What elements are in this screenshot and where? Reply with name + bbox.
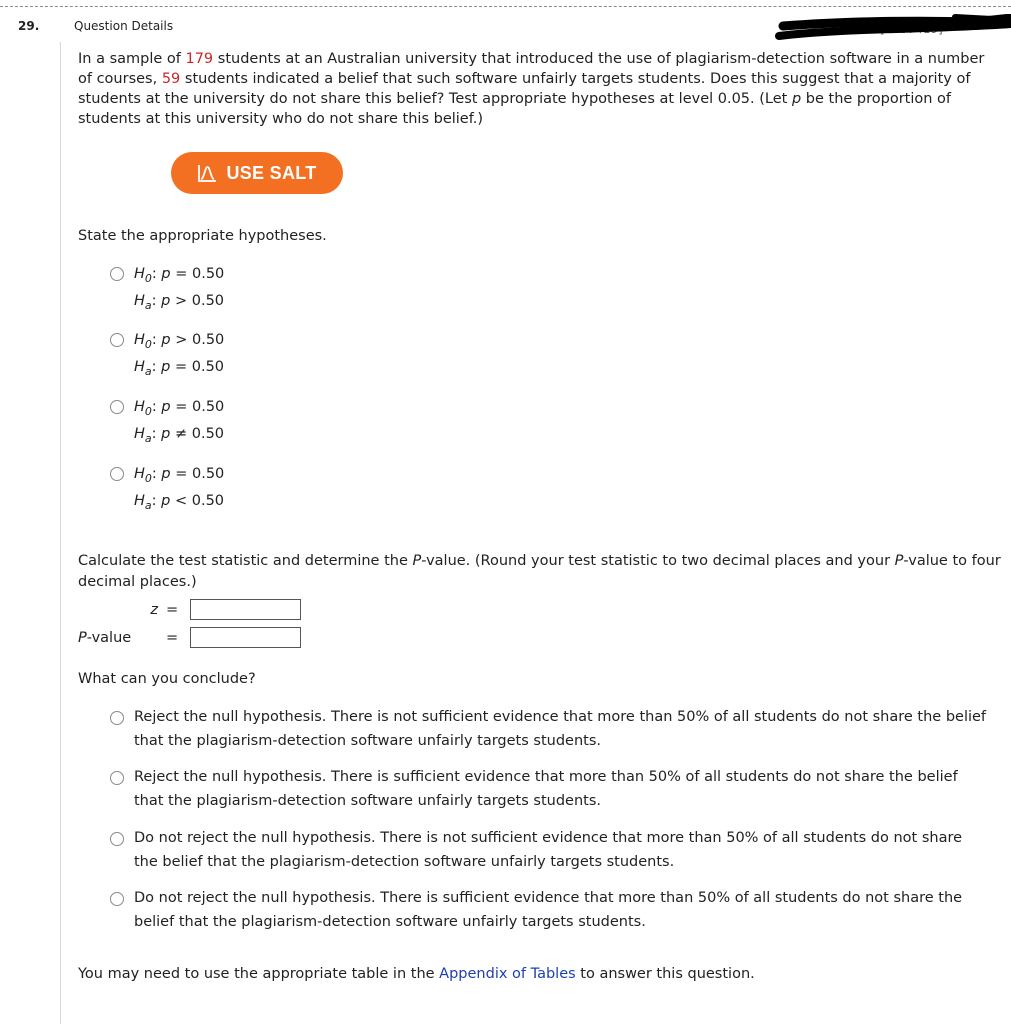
hypothesis-fragment: > 0.50 (170, 332, 225, 348)
h0-symbol: H0 (134, 399, 152, 418)
pvalue-label-p: P (78, 629, 87, 646)
footer-text: You may need to use the appropriate tabl… (78, 966, 440, 982)
pvalue-field-row: P-value = (78, 627, 302, 648)
use-salt-label: USE SALT (226, 162, 317, 183)
calculation-prompt: Calculate the test statistic and determi… (78, 551, 1011, 592)
h0-text: : p = 0.50 (152, 399, 224, 415)
prompt-text: -value. (Round your test statistic to tw… (421, 553, 895, 569)
pvalue-input[interactable] (190, 627, 302, 648)
conclusion-text: Reject the null hypothesis. There is not… (134, 709, 987, 749)
ha-symbol: Ha (134, 493, 152, 512)
appendix-of-tables-link[interactable]: Appendix of Tables (439, 966, 576, 982)
hypothesis-fragment: = 0.50 (170, 266, 225, 282)
ha-text: : p < 0.50 (152, 493, 224, 509)
variable-p: p (161, 266, 171, 282)
hypotheses-prompt: State the appropriate hypotheses. (78, 228, 327, 244)
conclusion-option-2[interactable]: Reject the null hypothesis. There is suf… (110, 765, 990, 813)
ha-text: : p > 0.50 (152, 293, 224, 309)
variable-p: p (161, 493, 171, 509)
intro-text: In a sample of (78, 51, 186, 67)
hypothesis-fragment: : (151, 332, 162, 348)
hypothesis-fragment: : (151, 493, 162, 509)
radio-button[interactable] (110, 400, 124, 414)
use-salt-button[interactable]: USE SALT (171, 152, 343, 194)
ha-text: : p ≠ 0.50 (152, 426, 224, 442)
radio-button[interactable] (110, 267, 124, 281)
hypothesis-fragment: = 0.50 (170, 399, 225, 415)
h0-text: : p = 0.50 (152, 266, 224, 282)
prompt-p: P (412, 553, 422, 569)
hypothesis-fragment: : (151, 293, 162, 309)
question-number: 29. (18, 19, 40, 33)
hypothesis-option-2[interactable]: H0: p > 0.50 Ha: p = 0.50 (110, 327, 224, 381)
prompt-text: Calculate the test statistic and determi… (78, 553, 413, 569)
hypothesis-fragment: : (151, 359, 162, 375)
intro-variable: p (791, 91, 802, 107)
variable-p: p (161, 293, 171, 309)
ha-symbol: Ha (134, 359, 152, 378)
radio-button[interactable] (110, 892, 124, 906)
question-body: In a sample of 179 students at an Austra… (78, 49, 1008, 129)
top-divider (0, 6, 1011, 7)
z-field-row: z = (78, 599, 302, 620)
question-left-border (60, 42, 61, 1024)
variable-p: p (161, 332, 171, 348)
h0-symbol: H0 (134, 466, 152, 485)
z-label: z (150, 601, 158, 618)
pvalue-label-rest: -value (86, 629, 132, 646)
ha-text: : p = 0.50 (152, 359, 224, 375)
ha-symbol: Ha (134, 426, 152, 445)
hypothesis-option-4[interactable]: H0: p = 0.50 Ha: p < 0.50 (110, 461, 224, 515)
hypothesis-option-1[interactable]: H0: p = 0.50 Ha: p > 0.50 (110, 261, 224, 315)
count-value: 59 (161, 71, 181, 87)
hypothesis-option-3[interactable]: H0: p = 0.50 Ha: p ≠ 0.50 (110, 394, 224, 448)
pvalue-label: P-value (78, 630, 158, 646)
hypothesis-fragment: < 0.50 (170, 493, 225, 509)
radio-button[interactable] (110, 711, 124, 725)
variable-p: p (161, 359, 171, 375)
radio-button[interactable] (110, 832, 124, 846)
question-intro: In a sample of 179 students at an Austra… (78, 49, 998, 129)
variable-p: p (161, 466, 171, 482)
radio-button[interactable] (110, 333, 124, 347)
conclusion-text: Do not reject the null hypothesis. There… (134, 890, 963, 930)
hypothesis-fragment: : (151, 466, 162, 482)
hypothesis-fragment: : (151, 266, 162, 282)
h0-text: : p > 0.50 (152, 332, 224, 348)
conclusion-option-3[interactable]: Do not reject the null hypothesis. There… (110, 826, 990, 874)
conclusion-option-4[interactable]: Do not reject the null hypothesis. There… (110, 886, 990, 934)
hypothesis-fragment: : (151, 399, 162, 415)
redaction-scribble (775, 14, 1011, 40)
radio-button[interactable] (110, 771, 124, 785)
question-details-label: Question Details (74, 19, 174, 33)
variable-p: p (161, 399, 171, 415)
hypothesis-fragment: : (151, 426, 162, 442)
conclusion-text: Do not reject the null hypothesis. There… (134, 830, 963, 870)
hypothesis-fragment: ≠ 0.50 (170, 426, 225, 442)
conclusion-prompt: What can you conclude? (78, 671, 256, 687)
hypothesis-fragment: = 0.50 (170, 359, 225, 375)
conclusion-text: Reject the null hypothesis. There is suf… (134, 769, 958, 809)
z-input[interactable] (190, 599, 302, 620)
sample-size: 179 (185, 51, 214, 67)
h0-symbol: H0 (134, 266, 152, 285)
h0-text: : p = 0.50 (152, 466, 224, 482)
hypothesis-fragment: > 0.50 (170, 293, 225, 309)
pvalue-equals: = (166, 629, 179, 646)
h0-symbol: H0 (134, 332, 152, 351)
radio-button[interactable] (110, 467, 124, 481)
salt-distribution-icon (198, 165, 217, 182)
footer-note: You may need to use the appropriate tabl… (78, 966, 755, 982)
conclusion-option-1[interactable]: Reject the null hypothesis. There is not… (110, 705, 990, 753)
footer-text: to answer this question. (575, 966, 755, 982)
variable-p: p (161, 426, 171, 442)
hypothesis-fragment: = 0.50 (170, 466, 225, 482)
ha-symbol: Ha (134, 293, 152, 312)
z-equals: = (166, 601, 179, 618)
